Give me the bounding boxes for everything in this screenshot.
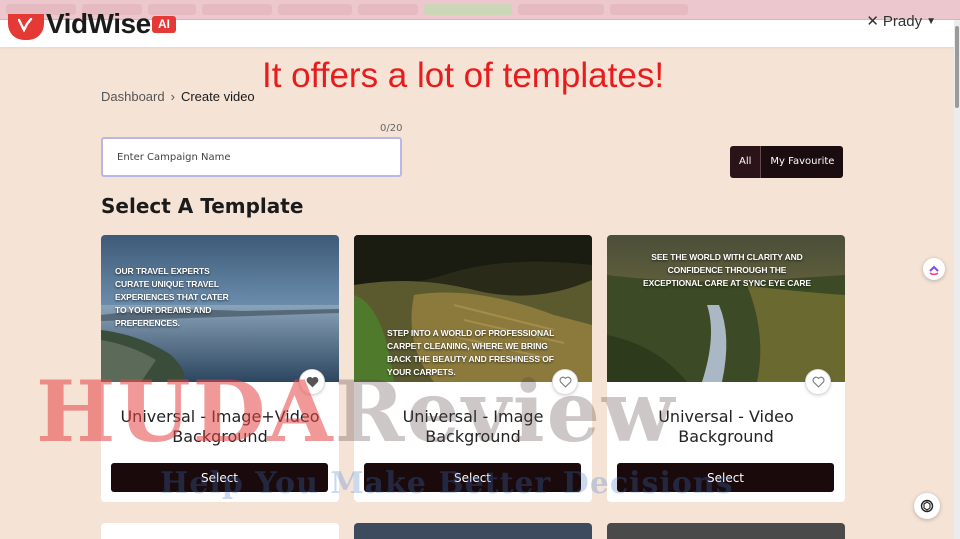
favourite-button[interactable] (805, 369, 831, 395)
logo-ai-badge: AI (152, 16, 176, 33)
breadcrumb-current: Create video (180, 89, 255, 104)
template-caption: See the world with clarity and confidenc… (643, 252, 811, 288)
logo-text: VidWise (46, 8, 151, 39)
breadcrumb-separator: › (170, 89, 175, 104)
campaign-name-input[interactable] (101, 137, 402, 177)
filter-favourite-button[interactable]: My Favourite (761, 146, 844, 178)
clickup-extension-icon[interactable] (923, 258, 945, 280)
watermark-part: Review (334, 362, 677, 461)
filter-all-button[interactable]: All (730, 146, 762, 178)
heart-outline-icon (812, 376, 824, 388)
breadcrumb-dashboard[interactable]: Dashboard (101, 89, 165, 104)
watermark-tagline: Help You Make Better Decisions (160, 466, 734, 501)
browser-tab[interactable] (278, 4, 352, 15)
user-menu[interactable]: ✕ Prady ▼ (866, 12, 936, 31)
page-scrollbar[interactable] (954, 20, 960, 539)
scrollbar-thumb[interactable] (955, 26, 959, 108)
breadcrumb: Dashboard › Create video (101, 89, 255, 104)
chatgpt-icon[interactable] (914, 493, 940, 519)
user-icon: ✕ (866, 13, 879, 30)
browser-tab[interactable] (358, 4, 418, 15)
browser-tab[interactable] (518, 4, 604, 15)
annotation-text: It offers a lot of templates! (262, 56, 665, 95)
template-card-peek[interactable] (607, 523, 845, 539)
chevron-down-icon: ▼ (926, 15, 936, 27)
watermark-title: HUDAReview (36, 370, 676, 454)
app-header: VidWise AI ✕ Prady ▼ (0, 8, 958, 47)
logo-icon (8, 14, 44, 40)
section-title: Select A Template (101, 194, 304, 218)
browser-tab[interactable] (610, 4, 688, 15)
template-filter: All My Favourite (730, 146, 844, 178)
browser-tab[interactable] (202, 4, 272, 15)
template-card-peek[interactable] (101, 523, 339, 539)
user-name: Prady (882, 12, 923, 30)
browser-tab[interactable] (424, 4, 512, 15)
browser-tab[interactable] (148, 4, 196, 15)
char-counter: 0/20 (380, 123, 403, 134)
watermark-part: HUDA (36, 362, 335, 461)
template-caption: Our travel experts curate unique travel … (115, 266, 229, 328)
template-card-peek[interactable] (354, 523, 592, 539)
